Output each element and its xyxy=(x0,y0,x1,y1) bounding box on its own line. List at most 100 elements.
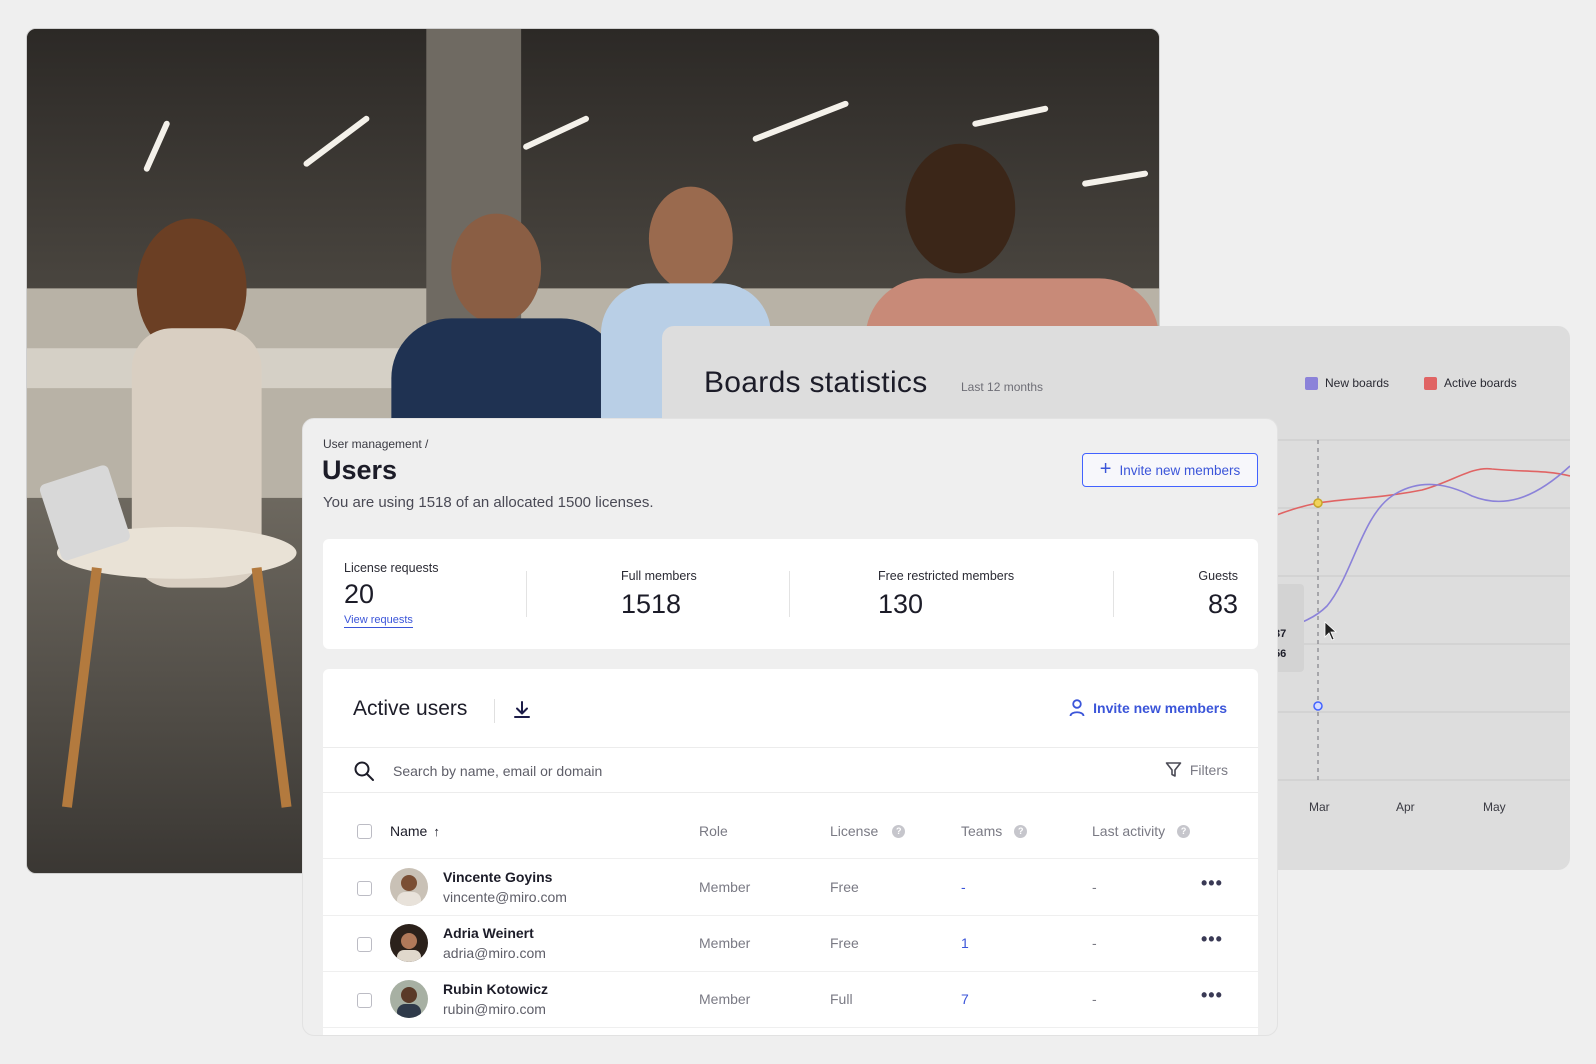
legend-active-boards: Active boards xyxy=(1424,376,1517,390)
sort-ascending-icon: ↑ xyxy=(433,823,440,839)
avatar xyxy=(390,980,428,1018)
breadcrumb[interactable]: User management / xyxy=(323,437,428,451)
full-members-stat: Full members 1518 xyxy=(621,569,697,620)
help-icon[interactable]: ? xyxy=(892,824,906,838)
row-checkbox[interactable] xyxy=(357,993,372,1008)
table-row[interactable]: Rubin Kotowicz rubin@miro.com Member Ful… xyxy=(323,971,1258,1028)
stat-label: Free restricted members xyxy=(878,569,1015,583)
plus-icon: + xyxy=(1099,458,1112,480)
select-all-checkbox[interactable] xyxy=(357,824,372,839)
column-header-teams: Teams ? xyxy=(961,823,1028,839)
boards-statistics-period: Last 12 months xyxy=(961,380,1044,394)
user-last-activity: - xyxy=(1092,879,1097,895)
search-input[interactable] xyxy=(393,759,993,783)
invite-link-label: Invite new members xyxy=(1093,700,1227,716)
avatar xyxy=(390,924,428,962)
page-title: Users xyxy=(322,455,398,485)
divider xyxy=(1113,571,1114,617)
user-name: Vincente Goyins xyxy=(443,869,553,885)
user-last-activity: - xyxy=(1092,935,1097,951)
table-row[interactable]: Adria Weinert adria@miro.com Member Free… xyxy=(323,915,1258,972)
user-icon xyxy=(1069,699,1085,717)
active-boards-line xyxy=(1259,467,1570,523)
column-header-license: License ? xyxy=(830,823,906,839)
more-options-icon[interactable]: ••• xyxy=(1201,929,1223,950)
legend-label: Active boards xyxy=(1444,376,1517,390)
stat-label: Guests xyxy=(1198,569,1238,583)
stat-value: 20 xyxy=(344,579,375,609)
free-restricted-members-stat: Free restricted members 130 xyxy=(878,569,1014,620)
guests-stat: Guests 83 xyxy=(1198,569,1238,620)
license-usage-note: You are using 1518 of an allocated 1500 … xyxy=(323,494,654,511)
active-boards-point xyxy=(1313,498,1323,508)
filters-label: Filters xyxy=(1189,761,1228,778)
column-label: Name xyxy=(390,823,428,839)
help-icon[interactable]: ? xyxy=(1177,824,1191,838)
active-boards-swatch xyxy=(1424,376,1437,390)
user-teams[interactable]: 1 xyxy=(961,935,969,951)
filters-button[interactable]: Filters xyxy=(1165,761,1228,778)
user-role: Member xyxy=(699,879,751,895)
license-requests-stat: License requests 20 View requests xyxy=(344,561,439,628)
user-license: Free xyxy=(830,879,859,895)
invite-button-label: Invite new members xyxy=(1119,462,1241,478)
column-label: Last activity xyxy=(1092,823,1166,839)
filter-icon xyxy=(1165,762,1182,777)
invite-new-members-button[interactable]: + Invite new members xyxy=(1082,453,1258,487)
download-icon[interactable] xyxy=(511,699,533,721)
more-options-icon[interactable]: ••• xyxy=(1201,985,1223,1006)
column-header-last-activity: Last activity ? xyxy=(1092,823,1191,839)
search-bar: Filters xyxy=(323,747,1258,793)
avatar xyxy=(390,868,428,906)
new-boards-point xyxy=(1313,701,1323,711)
tooltip-value: 37 xyxy=(1274,628,1287,640)
stat-label: Full members xyxy=(621,569,697,583)
user-teams[interactable]: 7 xyxy=(961,991,969,1007)
user-email: rubin@miro.com xyxy=(443,1001,546,1017)
user-last-activity: - xyxy=(1092,991,1097,1007)
x-axis-label: May xyxy=(1483,800,1506,814)
row-checkbox[interactable] xyxy=(357,881,372,896)
column-header-role: Role xyxy=(699,823,728,839)
active-users-title: Active users xyxy=(353,697,468,720)
legend-label: New boards xyxy=(1325,376,1390,390)
legend-new-boards: New boards xyxy=(1305,376,1389,390)
active-users-card: Active users Invite new members Filters xyxy=(323,669,1258,1035)
stat-value: 130 xyxy=(878,589,924,619)
users-panel: User management / Users You are using 15… xyxy=(302,418,1278,1036)
user-role: Member xyxy=(699,991,751,1007)
new-boards-swatch xyxy=(1305,376,1318,390)
stat-value: 83 xyxy=(1207,589,1238,619)
more-options-icon[interactable]: ••• xyxy=(1201,873,1223,894)
divider xyxy=(789,571,790,617)
x-axis-label: Apr xyxy=(1396,800,1415,814)
column-label: Role xyxy=(699,823,728,839)
column-label: License xyxy=(830,823,879,839)
user-role: Member xyxy=(699,935,751,951)
table-header: Name ↑ Role License ? Teams ? Last activ… xyxy=(323,819,1258,859)
user-name: Rubin Kotowicz xyxy=(443,981,548,997)
row-checkbox[interactable] xyxy=(357,937,372,952)
mouse-cursor-icon xyxy=(1324,621,1338,641)
divider xyxy=(526,571,527,617)
column-header-name[interactable]: Name ↑ xyxy=(390,823,440,839)
membership-stats-card: License requests 20 View requests Full m… xyxy=(323,539,1258,649)
user-license: Full xyxy=(830,991,853,1007)
user-license: Free xyxy=(830,935,859,951)
invite-new-members-link[interactable]: Invite new members xyxy=(1069,699,1227,717)
user-teams[interactable]: - xyxy=(961,879,966,895)
stat-label: License requests xyxy=(344,561,439,575)
user-name: Adria Weinert xyxy=(443,925,534,941)
search-icon xyxy=(354,761,374,781)
user-email: vincente@miro.com xyxy=(443,889,567,905)
divider xyxy=(494,699,495,723)
stat-value: 1518 xyxy=(621,589,682,619)
help-icon[interactable]: ? xyxy=(1014,824,1028,838)
boards-statistics-title: Boards statistics xyxy=(704,366,928,399)
tooltip-value: 56 xyxy=(1274,648,1287,660)
view-requests-link[interactable]: View requests xyxy=(344,614,413,628)
column-label: Teams xyxy=(961,823,1003,839)
table-row[interactable]: Vincente Goyins vincente@miro.com Member… xyxy=(323,859,1258,916)
x-axis-label: Mar xyxy=(1309,800,1330,814)
chart-tooltip: 37 56 xyxy=(1274,584,1304,672)
